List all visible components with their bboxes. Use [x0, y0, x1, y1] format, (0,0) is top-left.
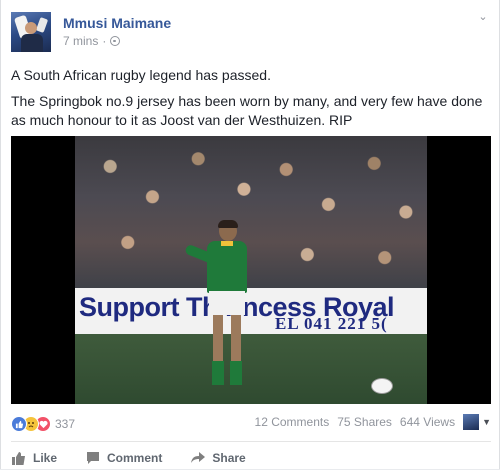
- post-timestamp[interactable]: 7 mins: [63, 34, 98, 48]
- like-icon: [11, 416, 27, 432]
- rugby-ball: [371, 378, 393, 394]
- page-avatar-icon: [463, 414, 480, 430]
- thumbs-up-icon: [12, 452, 25, 465]
- like-button[interactable]: Like: [11, 450, 57, 466]
- author-avatar[interactable]: [11, 12, 51, 52]
- comment-label: Comment: [107, 451, 163, 465]
- author-name[interactable]: Mmusi Maimane: [63, 15, 171, 31]
- comment-icon: [87, 452, 100, 464]
- facebook-post-card: Mmusi Maimane 7 mins · ⌄ A South African…: [0, 0, 500, 469]
- chevron-down-icon[interactable]: ⌄: [475, 10, 491, 26]
- video-player[interactable]: Support Th rincess Royal EL 041 221 5(: [11, 136, 491, 404]
- banner-phone-text: EL 041 221 5(: [275, 314, 388, 333]
- share-button[interactable]: Share: [190, 450, 246, 466]
- globe-icon: [110, 36, 121, 46]
- caret-down-icon: ▼: [482, 417, 491, 427]
- reactions-summary[interactable]: 337: [11, 416, 75, 432]
- post-header: Mmusi Maimane 7 mins · ⌄: [11, 10, 491, 52]
- stats-divider: [11, 441, 491, 442]
- share-arrow-icon: [191, 452, 206, 463]
- separator-dot: ·: [102, 34, 107, 48]
- post-text-line-2: The Springbok no.9 jersey has been worn …: [11, 93, 483, 128]
- post-meta: 7 mins ·: [63, 34, 121, 48]
- like-label: Like: [33, 451, 58, 465]
- engagement-stats: 12 Comments 75 Shares 644 Views ▼: [255, 414, 491, 430]
- post-actions: Like Comment Share: [11, 446, 491, 470]
- views-count: 644 Views: [399, 415, 456, 429]
- post-text-line-1: A South African rugby legend has passed.: [11, 67, 271, 83]
- shares-count-link[interactable]: 75 Shares: [337, 415, 392, 429]
- share-label: Share: [212, 451, 246, 465]
- comment-button[interactable]: Comment: [85, 450, 162, 466]
- rugby-player: [184, 220, 255, 399]
- comments-count-link[interactable]: 12 Comments: [255, 415, 330, 429]
- page-selector[interactable]: ▼: [463, 414, 491, 430]
- post-stats-bar: 337 12 Comments 75 Shares 644 Views ▼: [11, 414, 491, 434]
- reactions-count: 337: [55, 417, 76, 431]
- video-frame: Support Th rincess Royal EL 041 221 5(: [75, 136, 427, 404]
